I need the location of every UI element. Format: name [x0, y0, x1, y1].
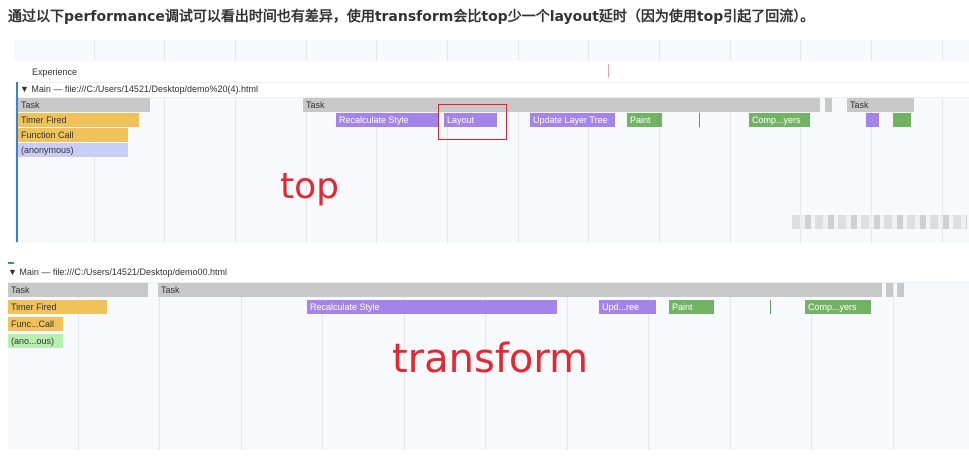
timer-fired-bar[interactable]: Timer Fired	[18, 113, 139, 127]
task-bar[interactable]: Task	[303, 98, 820, 112]
function-call-bar[interactable]: Func...Call	[8, 317, 63, 331]
anonymous-bar[interactable]: (anonymous)	[18, 143, 128, 157]
paint-tick	[770, 300, 771, 314]
function-call-bar[interactable]: Function Call	[18, 128, 128, 142]
anonymous-bar[interactable]: (ano...ous)	[8, 334, 63, 348]
experience-label: Experience	[32, 67, 78, 77]
paint-bar[interactable]: Paint	[669, 300, 714, 314]
experience-row	[14, 61, 969, 83]
main-track-header[interactable]: ▼ Main — file:///C:/Users/14521/Desktop/…	[20, 84, 258, 94]
task-bar-small[interactable]	[897, 283, 904, 297]
selection-indicator	[16, 82, 18, 242]
experience-marker	[608, 64, 609, 78]
rendering-bar-small[interactable]	[866, 113, 879, 127]
task-bar[interactable]: Task	[847, 98, 914, 112]
selection-marker	[8, 262, 14, 264]
composite-layers-bar[interactable]: Comp...yers	[749, 113, 810, 127]
transform-annotation: transform	[392, 336, 589, 382]
article-caption: 通过以下performance调试可以看出时间也有差异，使用transform会…	[8, 9, 815, 25]
watermark-blur	[792, 215, 967, 229]
task-bar[interactable]: Task	[8, 283, 148, 297]
task-bar-small[interactable]	[886, 283, 893, 297]
paint-bar[interactable]: Paint	[627, 113, 662, 127]
update-layer-tree-bar[interactable]: Upd...ree	[599, 300, 656, 314]
update-layer-tree-bar[interactable]: Update Layer Tree	[530, 113, 615, 127]
performance-panel-top: Experience ▼ Main — file:///C:/Users/145…	[14, 40, 969, 243]
paint-tick	[699, 113, 700, 127]
top-annotation: top	[280, 166, 339, 207]
recalculate-style-bar[interactable]: Recalculate Style	[307, 300, 557, 314]
main-track-header[interactable]: ▼ Main — file:///C:/Users/14521/Desktop/…	[8, 267, 227, 277]
task-bar-small[interactable]	[825, 98, 832, 112]
painting-bar-small[interactable]	[893, 113, 911, 127]
recalculate-style-bar[interactable]: Recalculate Style	[336, 113, 438, 127]
task-bar[interactable]: Task	[158, 283, 882, 297]
composite-layers-bar[interactable]: Comp...yers	[805, 300, 871, 314]
task-bar[interactable]: Task	[18, 98, 150, 112]
timer-fired-bar[interactable]: Timer Fired	[8, 300, 107, 314]
layout-highlight-box	[438, 104, 507, 140]
